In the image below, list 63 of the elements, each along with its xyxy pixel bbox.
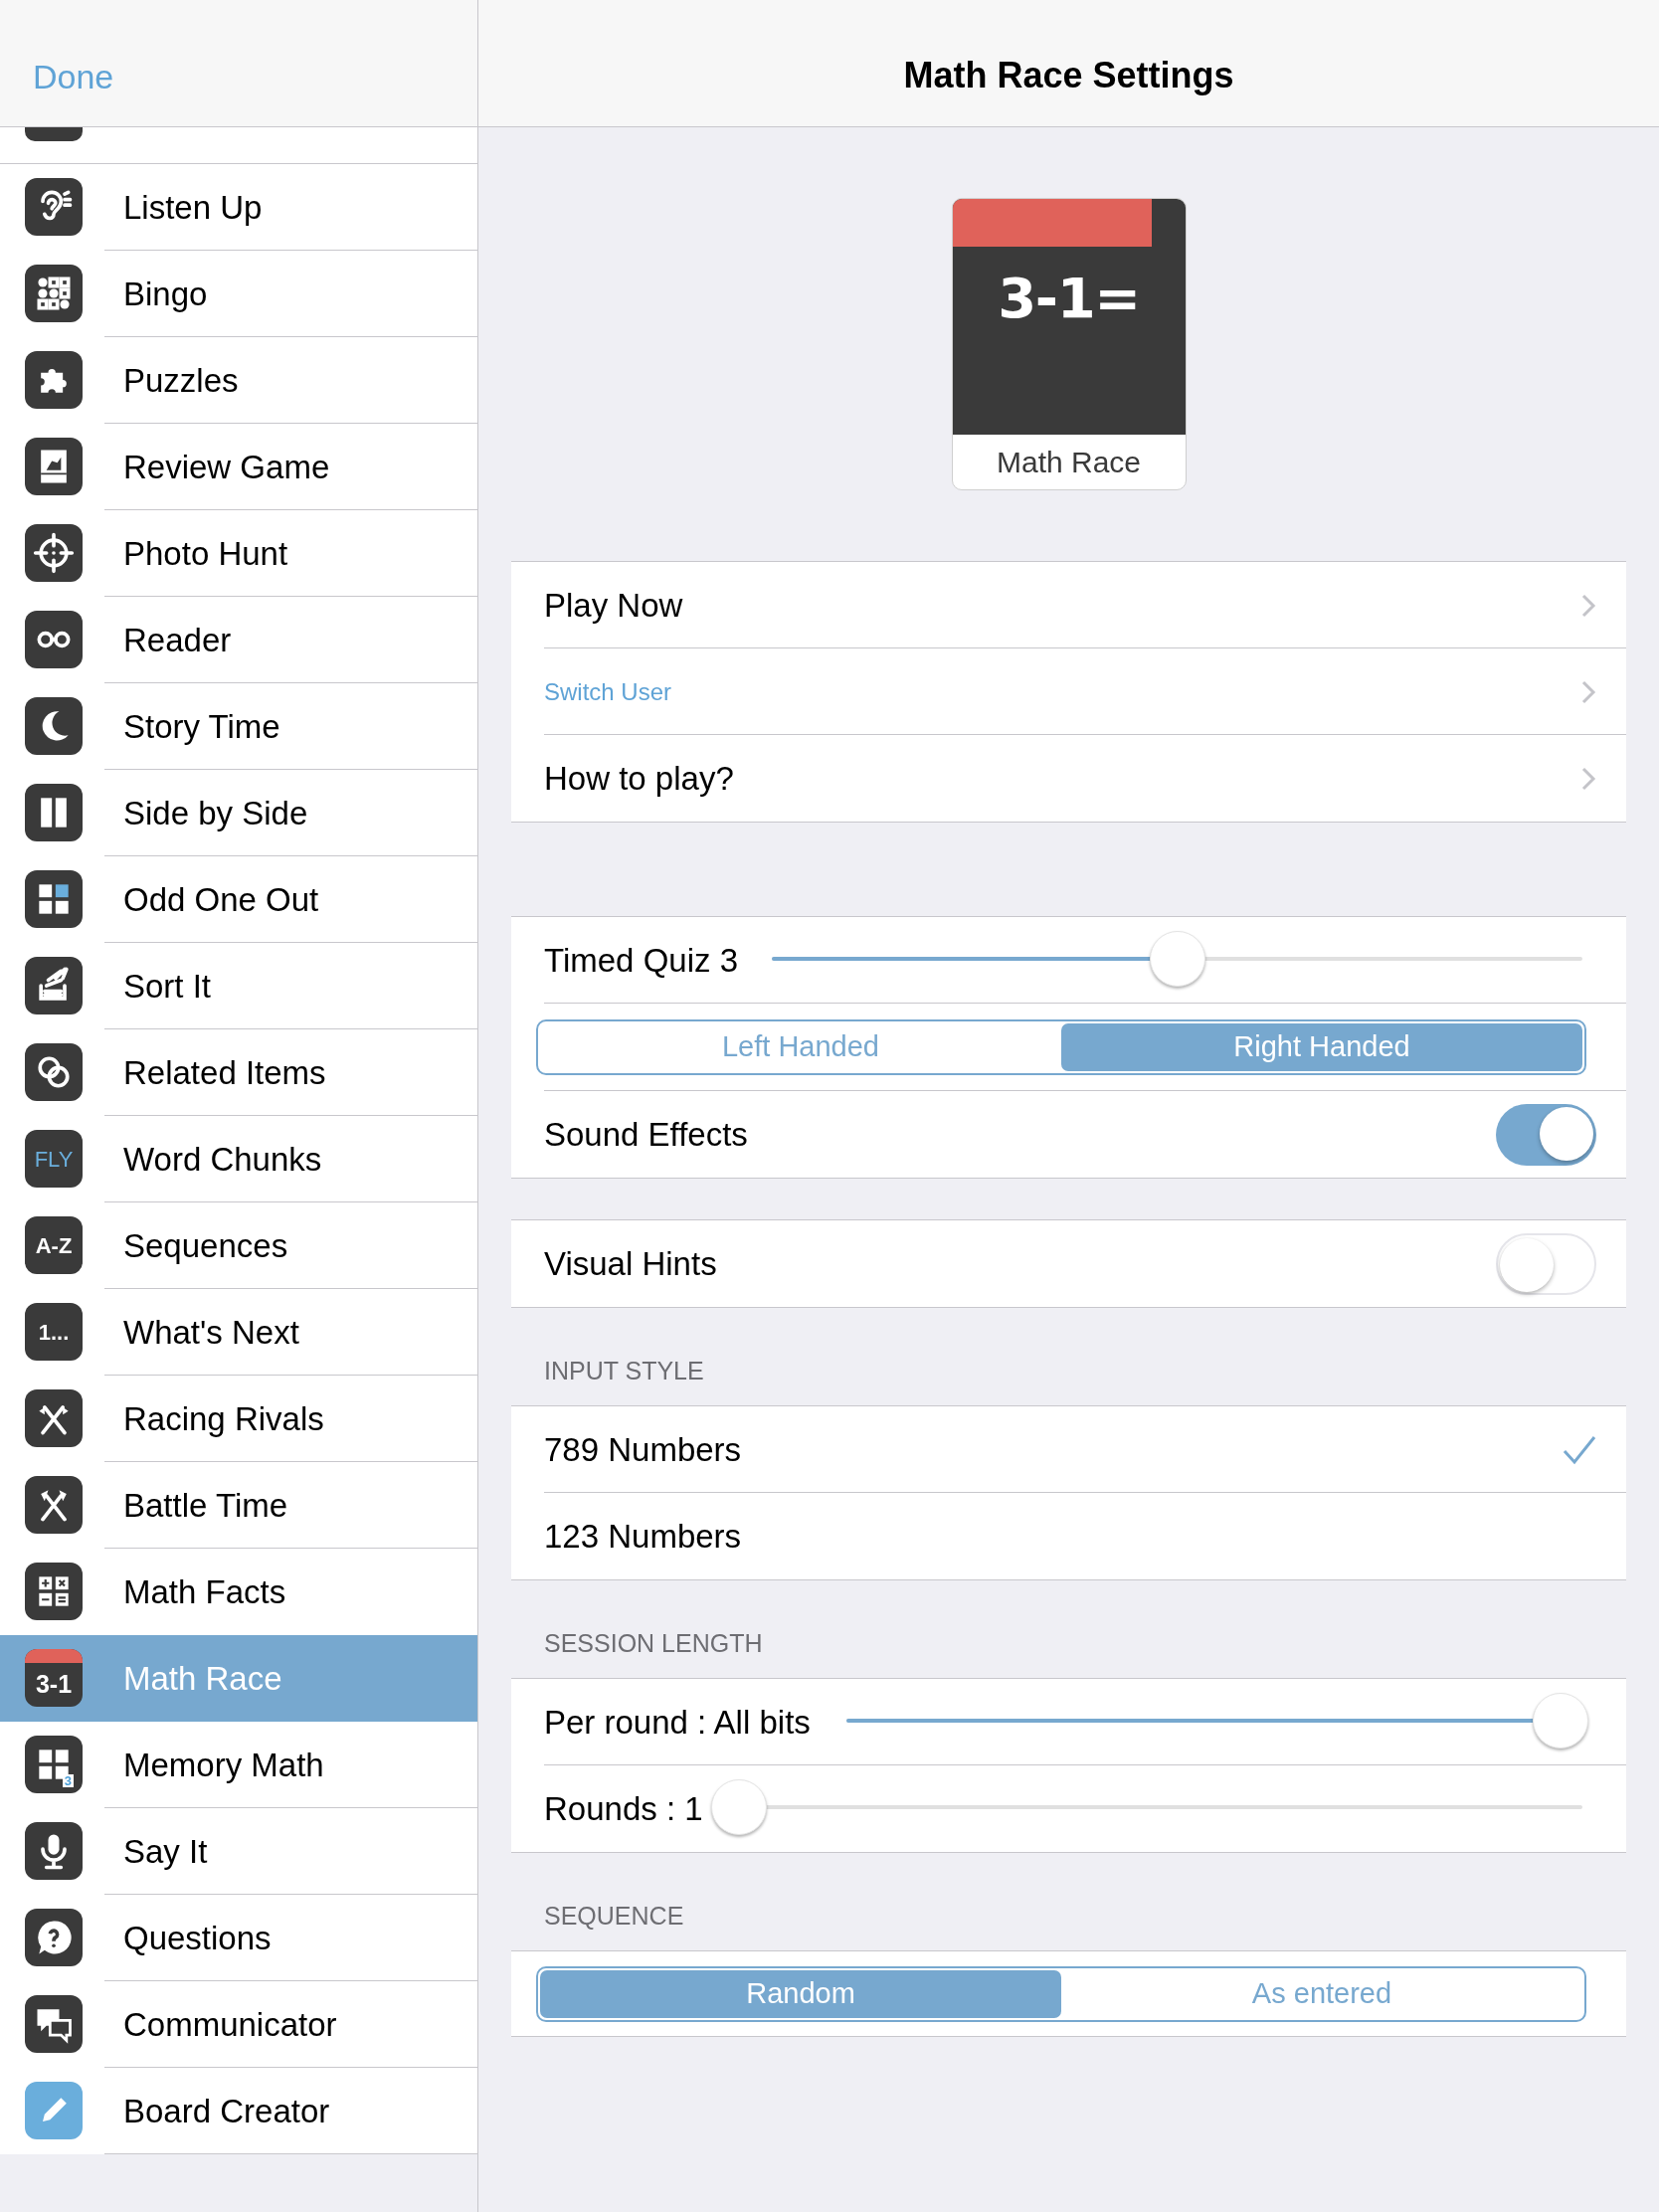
sidebar-item[interactable]: Bingo bbox=[0, 251, 477, 337]
section-header: SEQUENCE bbox=[544, 1900, 684, 1932]
pencil-icon bbox=[25, 2082, 83, 2139]
tiles-icon: 3 bbox=[25, 1736, 83, 1793]
sidebar-item[interactable]: Reader bbox=[0, 597, 477, 683]
puzzle-icon bbox=[25, 351, 83, 409]
sidebar-item[interactable]: Puzzles bbox=[0, 337, 477, 424]
tiles-icon bbox=[25, 870, 83, 928]
rings-icon bbox=[25, 1043, 83, 1101]
sidebar-item[interactable]: Communicator bbox=[0, 1981, 477, 2068]
sidebar-item[interactable]: Side by Side bbox=[0, 770, 477, 856]
section-header: INPUT STYLE bbox=[544, 1355, 704, 1386]
stack-icon bbox=[25, 957, 83, 1014]
section-header: SESSION LENGTH bbox=[544, 1627, 763, 1659]
sidebar-item[interactable]: 3 Memory Math bbox=[0, 1722, 477, 1808]
setting-label: Visual Hints bbox=[544, 1243, 717, 1284]
picture-card-icon bbox=[25, 438, 83, 495]
game-card[interactable]: 3-1= Math Race bbox=[951, 198, 1187, 490]
chevron-icon bbox=[1580, 765, 1596, 792]
sidebar-item[interactable]: Questions bbox=[0, 1895, 477, 1981]
text-icon: 1... bbox=[25, 1303, 83, 1361]
screen-title: Math Race Settings bbox=[903, 54, 1234, 97]
columns-icon bbox=[25, 784, 83, 841]
math-race-icon: 3-1 bbox=[25, 1649, 83, 1707]
moon-icon bbox=[25, 697, 83, 755]
dot-grid-icon bbox=[25, 265, 83, 322]
sidebar-item[interactable]: Board Creator bbox=[0, 2068, 477, 2154]
math-symbols-icon bbox=[25, 1563, 83, 1620]
glasses-icon bbox=[25, 611, 83, 668]
menu-item[interactable]: Play Now bbox=[544, 580, 683, 631]
crossed-axes-icon bbox=[25, 1476, 83, 1534]
sidebar-item[interactable]: Photo Hunt bbox=[0, 510, 477, 597]
option-item[interactable]: 123 Numbers bbox=[544, 1511, 742, 1562]
sidebar-item[interactable]: FLY Word Chunks bbox=[0, 1116, 477, 1202]
sidebar-item[interactable]: Say It bbox=[0, 1808, 477, 1895]
sidebar-item[interactable]: Math Facts bbox=[0, 1549, 477, 1635]
sidebar-item[interactable]: Review Game bbox=[0, 424, 477, 510]
sidebar-item[interactable]: Sort It bbox=[0, 943, 477, 1029]
crossed-flags-icon bbox=[25, 1389, 83, 1447]
chevron-icon bbox=[1580, 592, 1596, 619]
text-icon: A-Z bbox=[25, 1216, 83, 1274]
microphone-icon bbox=[25, 1822, 83, 1880]
setting-label: Sound Effects bbox=[544, 1114, 748, 1155]
sidebar-item[interactable]: 1... What's Next bbox=[0, 1289, 477, 1376]
setting-label: Rounds : 1 bbox=[544, 1788, 703, 1829]
sidebar-item[interactable]: Battle Time bbox=[0, 1462, 477, 1549]
sidebar-item[interactable]: A-Z Sequences bbox=[0, 1202, 477, 1289]
sidebar-item[interactable]: Odd One Out bbox=[0, 856, 477, 943]
sidebar-item[interactable]: 3-1 Math Race bbox=[0, 1635, 477, 1722]
option-item[interactable]: 789 Numbers bbox=[544, 1424, 742, 1475]
text-icon: FLY bbox=[25, 1130, 83, 1188]
ear-icon bbox=[25, 178, 83, 236]
chevron-icon bbox=[1580, 678, 1596, 705]
sidebar-item[interactable]: Listen Up bbox=[0, 164, 477, 251]
sidebar-item[interactable]: Story Time bbox=[0, 683, 477, 770]
setting-label: Per round : All bits bbox=[544, 1702, 811, 1743]
chat-bubbles-icon bbox=[25, 1995, 83, 2053]
crosshair-icon bbox=[25, 524, 83, 582]
setting-label: Timed Quiz 3 bbox=[544, 940, 738, 981]
sidebar-item[interactable]: Related Items bbox=[0, 1029, 477, 1116]
menu-item[interactable]: How to play? bbox=[544, 753, 734, 804]
sidebar-item[interactable]: Racing Rivals bbox=[0, 1376, 477, 1462]
question-bubble-icon bbox=[25, 1909, 83, 1966]
